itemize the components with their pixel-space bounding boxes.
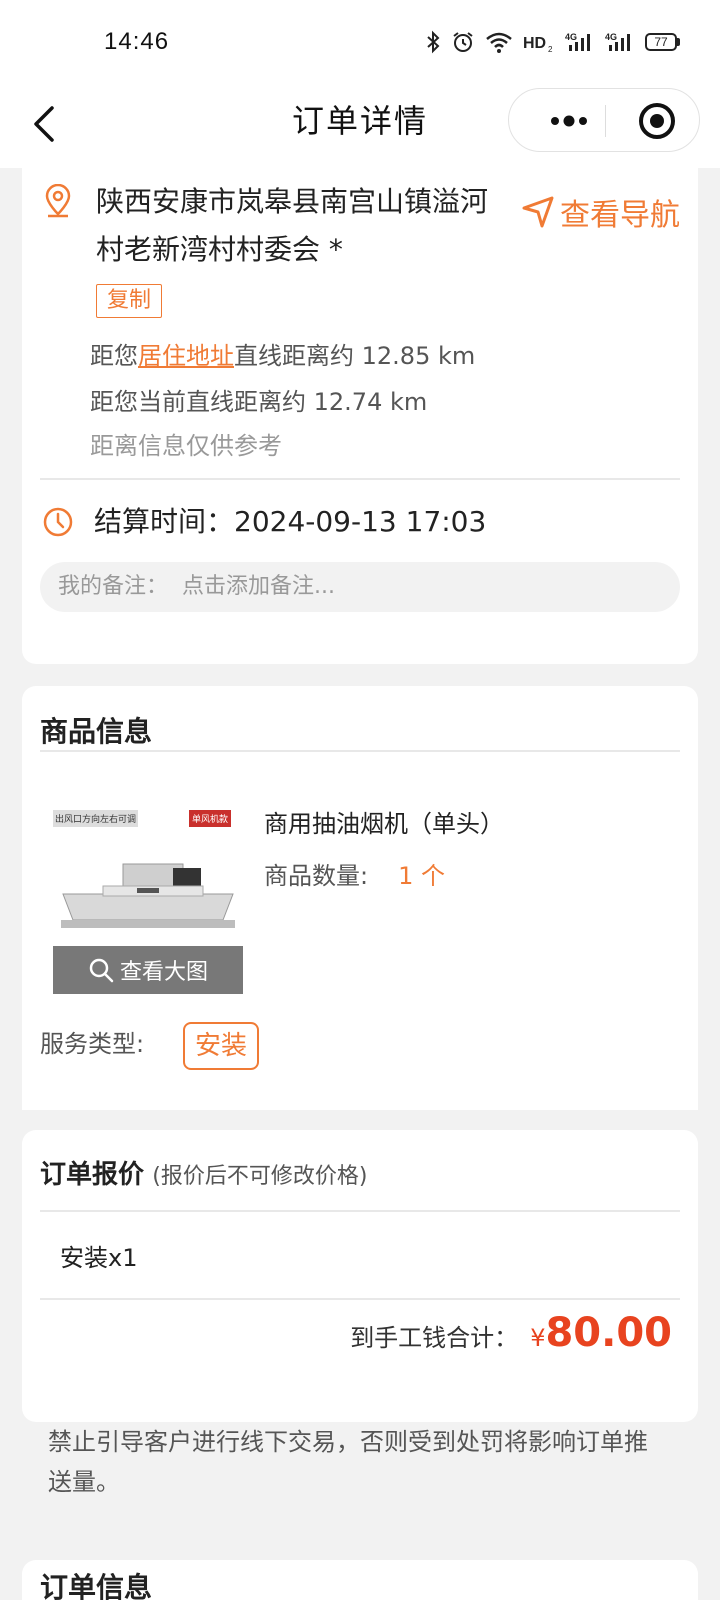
alarm-icon bbox=[453, 32, 473, 52]
nav-bar: 订单详情 bbox=[0, 88, 720, 168]
location-pin-icon bbox=[45, 184, 71, 218]
product-name: 商用抽油烟机（单头） bbox=[264, 810, 504, 838]
divider bbox=[40, 478, 680, 480]
more-button[interactable] bbox=[537, 89, 601, 153]
signal-4g-icon-1: 4G bbox=[565, 32, 590, 51]
product-image[interactable]: 出风口方向左右可调 单风机款 查看大图 bbox=[53, 806, 243, 994]
capsule-divider bbox=[605, 105, 606, 137]
svg-text:4G: 4G bbox=[565, 32, 577, 42]
copy-address-button[interactable]: 复制 bbox=[96, 284, 163, 318]
view-navigation-label: 查看导航 bbox=[560, 198, 680, 233]
address-text: 陕西安康市岚皋县南宫山镇溢河村老新湾村村委会 * bbox=[96, 185, 489, 266]
image-label-left: 出风口方向左右可调 bbox=[53, 810, 139, 827]
divider bbox=[40, 750, 680, 752]
range-hood-image bbox=[61, 863, 235, 928]
status-icons: HD 2 4G 4G 77 bbox=[425, 30, 680, 54]
service-type-label: 服务类型: bbox=[40, 1030, 145, 1058]
home-address-link[interactable]: 居住地址 bbox=[138, 342, 234, 370]
status-time: 14:46 bbox=[104, 28, 170, 55]
more-dots-icon bbox=[551, 115, 587, 127]
battery-level: 77 bbox=[645, 33, 677, 51]
hd-signal-icon: HD 2 bbox=[523, 35, 553, 53]
total-price: 到手工钱合计： ¥ 80.00 bbox=[350, 1310, 672, 1356]
divider bbox=[40, 1210, 680, 1212]
currency-symbol: ¥ bbox=[530, 1324, 546, 1352]
total-label: 到手工钱合计： bbox=[350, 1324, 519, 1352]
product-section-title: 商品信息 bbox=[40, 715, 153, 748]
divider bbox=[40, 1298, 680, 1300]
bluetooth-icon bbox=[427, 30, 440, 54]
clock-icon bbox=[43, 507, 73, 537]
miniapp-capsule bbox=[508, 88, 700, 152]
quote-title: 订单报价 (报价后不可修改价格) bbox=[40, 1160, 368, 1190]
product-card: 商品信息 出风口方向左右可调 单风机款 查看大图 商用抽油烟机（单头） 商品数量… bbox=[22, 686, 698, 1110]
target-icon bbox=[639, 103, 675, 139]
offline-trade-warning: 禁止引导客户进行线下交易，否则受到处罚将影响订单推送量。 bbox=[48, 1428, 648, 1496]
image-label-right: 单风机款 bbox=[188, 810, 231, 827]
order-info-card: 订单信息 bbox=[22, 1560, 698, 1600]
close-miniapp-button[interactable] bbox=[625, 89, 689, 153]
svg-text:4G: 4G bbox=[605, 32, 617, 42]
order-info-title: 订单信息 bbox=[40, 1571, 153, 1600]
view-large-image-button[interactable]: 查看大图 bbox=[53, 946, 243, 994]
settlement-time: 结算时间：2024-09-13 17:03 bbox=[94, 505, 487, 538]
distance-note: 距离信息仅供参考 bbox=[90, 432, 282, 460]
quote-line-item: 安装x1 bbox=[60, 1244, 138, 1272]
quote-note: (报价后不可修改价格) bbox=[152, 1164, 368, 1189]
quote-card: 订单报价 (报价后不可修改价格) 安装x1 到手工钱合计： ¥ 80.00 bbox=[22, 1130, 698, 1422]
view-large-label: 查看大图 bbox=[119, 960, 208, 985]
remark-input[interactable]: 我的备注： 点击添加备注... bbox=[40, 562, 680, 612]
product-quantity: 商品数量: 1 个 bbox=[264, 862, 445, 890]
distance-home: 距您居住地址直线距离约 12.85 km bbox=[90, 342, 476, 370]
remark-label: 我的备注： bbox=[58, 574, 169, 599]
search-icon bbox=[89, 958, 114, 983]
signal-4g-icon-2: 4G bbox=[605, 32, 630, 51]
quantity-value: 1 个 bbox=[398, 862, 445, 890]
svg-text:HD: HD bbox=[523, 35, 546, 52]
wifi-icon bbox=[486, 32, 512, 53]
status-bar: 14:46 HD 2 4G 4G 77 bbox=[0, 0, 720, 88]
svg-text:2: 2 bbox=[548, 45, 553, 53]
distance-current: 距您当前直线距离约 12.74 km bbox=[90, 388, 428, 416]
remark-placeholder: 点击添加备注... bbox=[182, 574, 335, 599]
total-amount: 80.00 bbox=[545, 1310, 672, 1356]
address-card: 陕西安康市岚皋县南宫山镇溢河村老新湾村村委会 * 查看导航 复制 距您居住地址直… bbox=[22, 160, 698, 664]
view-navigation-button[interactable]: 查看导航 bbox=[520, 190, 680, 234]
service-type-badge: 安装 bbox=[183, 1022, 260, 1070]
navigation-arrow-icon bbox=[522, 196, 554, 228]
battery-icon: 77 bbox=[645, 33, 680, 51]
